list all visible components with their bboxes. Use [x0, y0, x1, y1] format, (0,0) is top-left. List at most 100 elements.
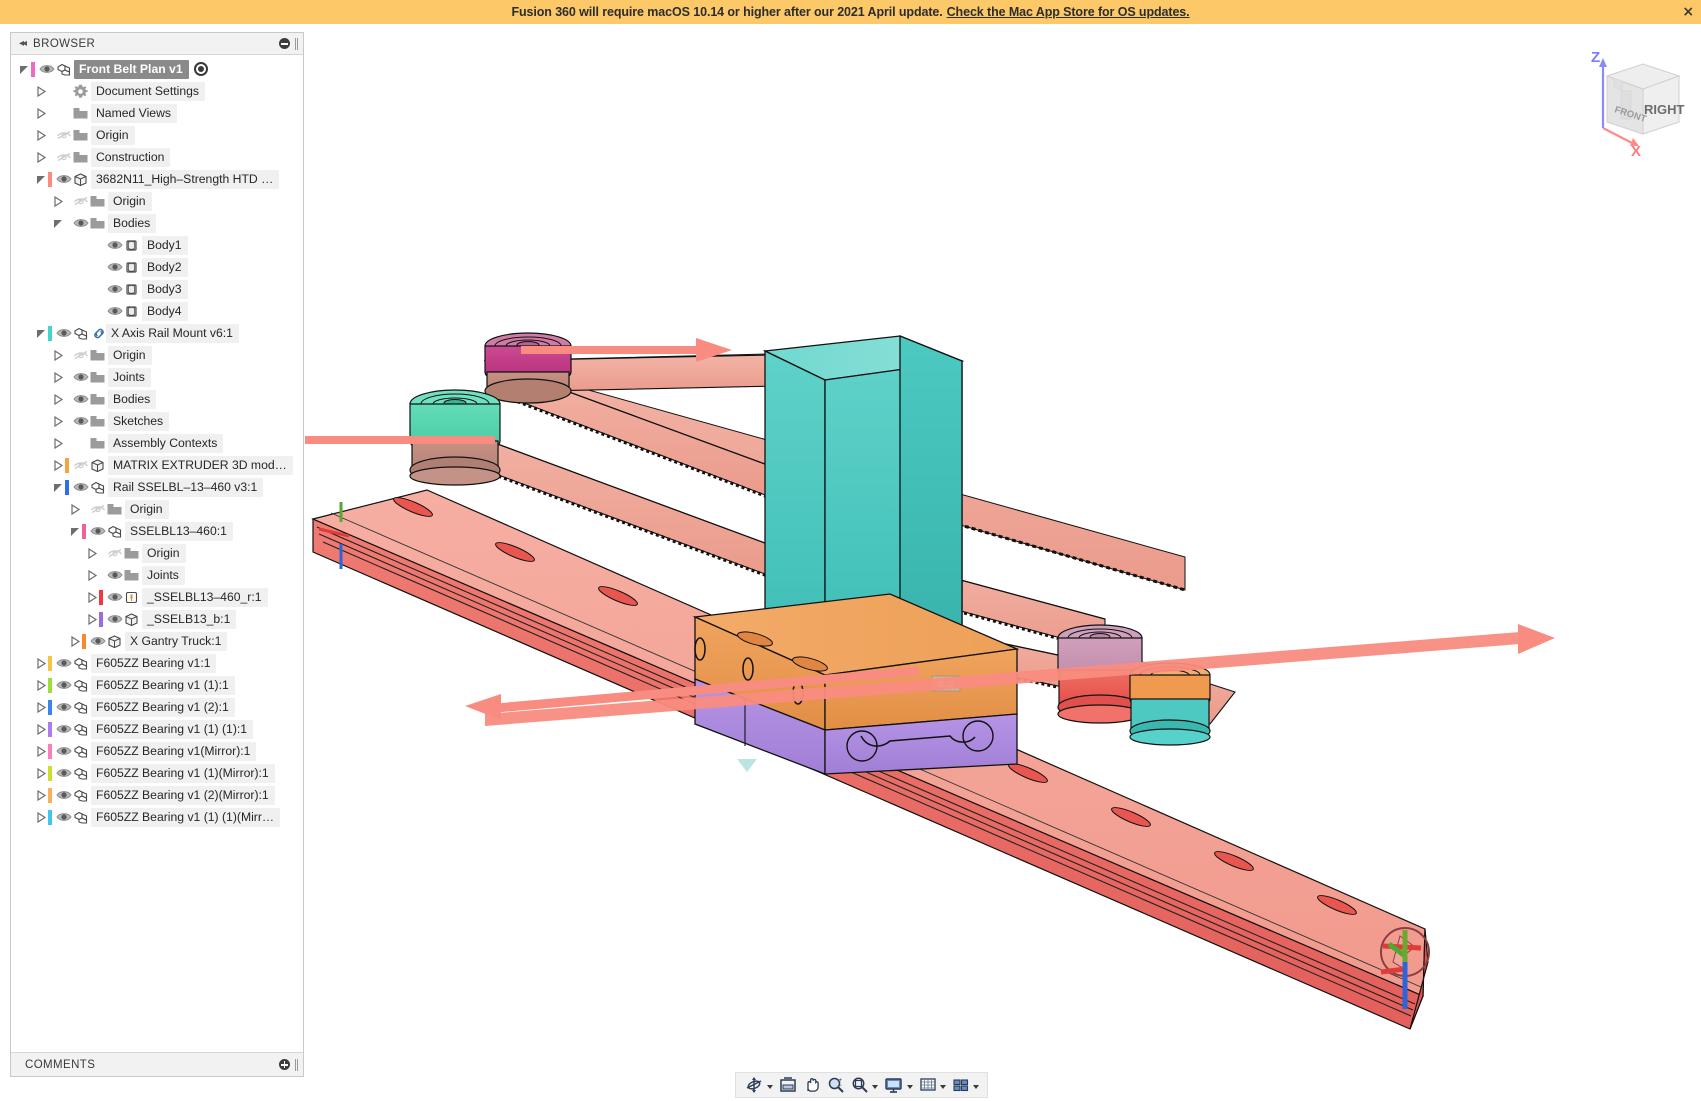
tree-row[interactable]: Origin [11, 124, 303, 146]
visibility-eye-off-icon[interactable] [72, 193, 89, 209]
expand-arrow-closed-icon[interactable] [85, 569, 99, 581]
expand-arrow-closed-icon[interactable] [34, 679, 48, 691]
expand-arrow-closed-icon[interactable] [34, 745, 48, 757]
grid-caret-icon[interactable] [940, 1084, 946, 1089]
tree-row[interactable]: Rail SSELBL–13–460 v3:1 [11, 476, 303, 498]
viewports-caret-icon[interactable] [973, 1084, 979, 1089]
visibility-eye-icon[interactable] [106, 237, 123, 253]
expand-arrow-closed-icon[interactable] [85, 591, 99, 603]
expand-arrow-closed-icon[interactable] [51, 195, 65, 207]
tree-row[interactable]: F605ZZ Bearing v1 (2)(Mirror):1 [11, 784, 303, 806]
tree-row[interactable]: Named Views [11, 102, 303, 124]
tree-row[interactable]: Document Settings [11, 80, 303, 102]
tree-row[interactable]: Bodies [11, 212, 303, 234]
expand-arrow-closed-icon[interactable] [51, 371, 65, 383]
pulley-magenta[interactable] [484, 332, 572, 404]
expand-arrow-closed-icon[interactable] [34, 129, 48, 141]
expand-arrow-open-icon[interactable] [51, 218, 65, 229]
tree-row[interactable]: Origin [11, 344, 303, 366]
tree-row[interactable]: Joints [11, 366, 303, 388]
zoom-window-button[interactable] [849, 1074, 880, 1096]
banner-link[interactable]: Check the Mac App Store for OS updates. [947, 5, 1190, 19]
tree-row[interactable]: F605ZZ Bearing v1 (1)(Mirror):1 [11, 762, 303, 784]
tree-row[interactable]: Body2 [11, 256, 303, 278]
visibility-eye-icon[interactable] [55, 171, 72, 187]
expand-arrow-closed-icon[interactable] [34, 767, 48, 779]
tree-row[interactable]: Sketches [11, 410, 303, 432]
visibility-eye-off-icon[interactable] [55, 127, 72, 143]
zoom-button[interactable]: + − [825, 1074, 847, 1096]
visibility-eye-icon[interactable] [55, 787, 72, 803]
visibility-eye-off-icon[interactable] [72, 347, 89, 363]
visibility-eye-icon[interactable] [55, 765, 72, 781]
visibility-eye-icon[interactable] [72, 369, 89, 385]
comments-resize-grip[interactable] [295, 1058, 298, 1071]
expand-arrow-closed-icon[interactable] [34, 657, 48, 669]
tree-row[interactable]: Origin [11, 542, 303, 564]
visibility-eye-icon[interactable] [55, 677, 72, 693]
look-at-button[interactable] [777, 1074, 799, 1096]
visibility-eye-icon[interactable] [106, 259, 123, 275]
expand-arrow-closed-icon[interactable] [34, 723, 48, 735]
tree-row[interactable]: _SSELB13_b:1 [11, 608, 303, 630]
add-comment-icon[interactable] [279, 1059, 290, 1070]
tree-row[interactable]: F605ZZ Bearing v1(Mirror):1 [11, 740, 303, 762]
tree-row[interactable]: Bodies [11, 388, 303, 410]
tree-row[interactable]: Origin [11, 190, 303, 212]
close-icon[interactable]: × [1682, 5, 1694, 19]
display-caret-icon[interactable] [907, 1084, 913, 1089]
tree-row[interactable]: Body4 [11, 300, 303, 322]
visibility-eye-icon[interactable] [55, 743, 72, 759]
expand-arrow-closed-icon[interactable] [51, 349, 65, 361]
visibility-eye-icon[interactable] [55, 809, 72, 825]
visibility-eye-icon[interactable] [55, 721, 72, 737]
tree-row[interactable]: SSELBL13–460:1 [11, 520, 303, 542]
visibility-eye-icon[interactable] [72, 479, 89, 495]
tree-row[interactable]: _SSELBL13–460_r:1 [11, 586, 303, 608]
pan-button[interactable] [801, 1074, 823, 1096]
pulley-orange-teal[interactable] [1129, 662, 1211, 746]
visibility-eye-icon[interactable] [106, 611, 123, 627]
expand-arrow-closed-icon[interactable] [34, 789, 48, 801]
expand-arrow-closed-icon[interactable] [85, 547, 99, 559]
visibility-eye-icon[interactable] [89, 523, 106, 539]
tree-row[interactable]: F605ZZ Bearing v1 (2):1 [11, 696, 303, 718]
orbit-button[interactable] [742, 1074, 775, 1096]
expand-arrow-closed-icon[interactable] [34, 107, 48, 119]
visibility-eye-icon[interactable] [106, 567, 123, 583]
expand-arrow-open-icon[interactable] [34, 174, 48, 185]
tree-row[interactable]: Front Belt Plan v1 [11, 58, 303, 80]
tree-row[interactable]: F605ZZ Bearing v1 (1) (1)(Mirr… [11, 806, 303, 828]
expand-arrow-open-icon[interactable] [68, 526, 82, 537]
visibility-eye-icon[interactable] [106, 281, 123, 297]
expand-arrow-closed-icon[interactable] [51, 437, 65, 449]
minimize-icon[interactable] [279, 38, 290, 49]
viewports-button[interactable] [950, 1074, 981, 1096]
expand-arrow-open-icon[interactable] [17, 64, 31, 75]
tree-row[interactable]: Body3 [11, 278, 303, 300]
panel-resize-grip[interactable] [295, 37, 298, 50]
model-3d-view[interactable] [305, 24, 1701, 1101]
orbit-caret-icon[interactable] [767, 1084, 773, 1089]
expand-arrow-closed-icon[interactable] [51, 415, 65, 427]
tree-row[interactable]: X Axis Rail Mount v6:1 [11, 322, 303, 344]
tree-row[interactable]: 3682N11_High–Strength HTD … [11, 168, 303, 190]
collapse-left-icon[interactable]: ◂◂ [19, 38, 27, 49]
display-settings-button[interactable] [882, 1074, 915, 1096]
tree-row[interactable]: Assembly Contexts [11, 432, 303, 454]
navigation-toolbar[interactable]: + − [735, 1072, 988, 1098]
tree-row[interactable]: X Gantry Truck:1 [11, 630, 303, 652]
comments-bar[interactable]: COMMENTS [11, 1052, 303, 1076]
expand-arrow-closed-icon[interactable] [51, 393, 65, 405]
visibility-eye-icon[interactable] [38, 61, 55, 77]
tree-row[interactable]: Origin [11, 498, 303, 520]
expand-arrow-closed-icon[interactable] [34, 85, 48, 97]
visibility-eye-icon[interactable] [89, 633, 106, 649]
expand-arrow-closed-icon[interactable] [51, 459, 65, 471]
model-canvas[interactable]: Z X FRONT RIGHT [305, 24, 1701, 1101]
tree-row[interactable]: F605ZZ Bearing v1 (1) (1):1 [11, 718, 303, 740]
visibility-eye-icon[interactable] [55, 325, 72, 341]
visibility-eye-icon[interactable] [72, 391, 89, 407]
visibility-eye-icon[interactable] [55, 655, 72, 671]
expand-arrow-closed-icon[interactable] [34, 151, 48, 163]
